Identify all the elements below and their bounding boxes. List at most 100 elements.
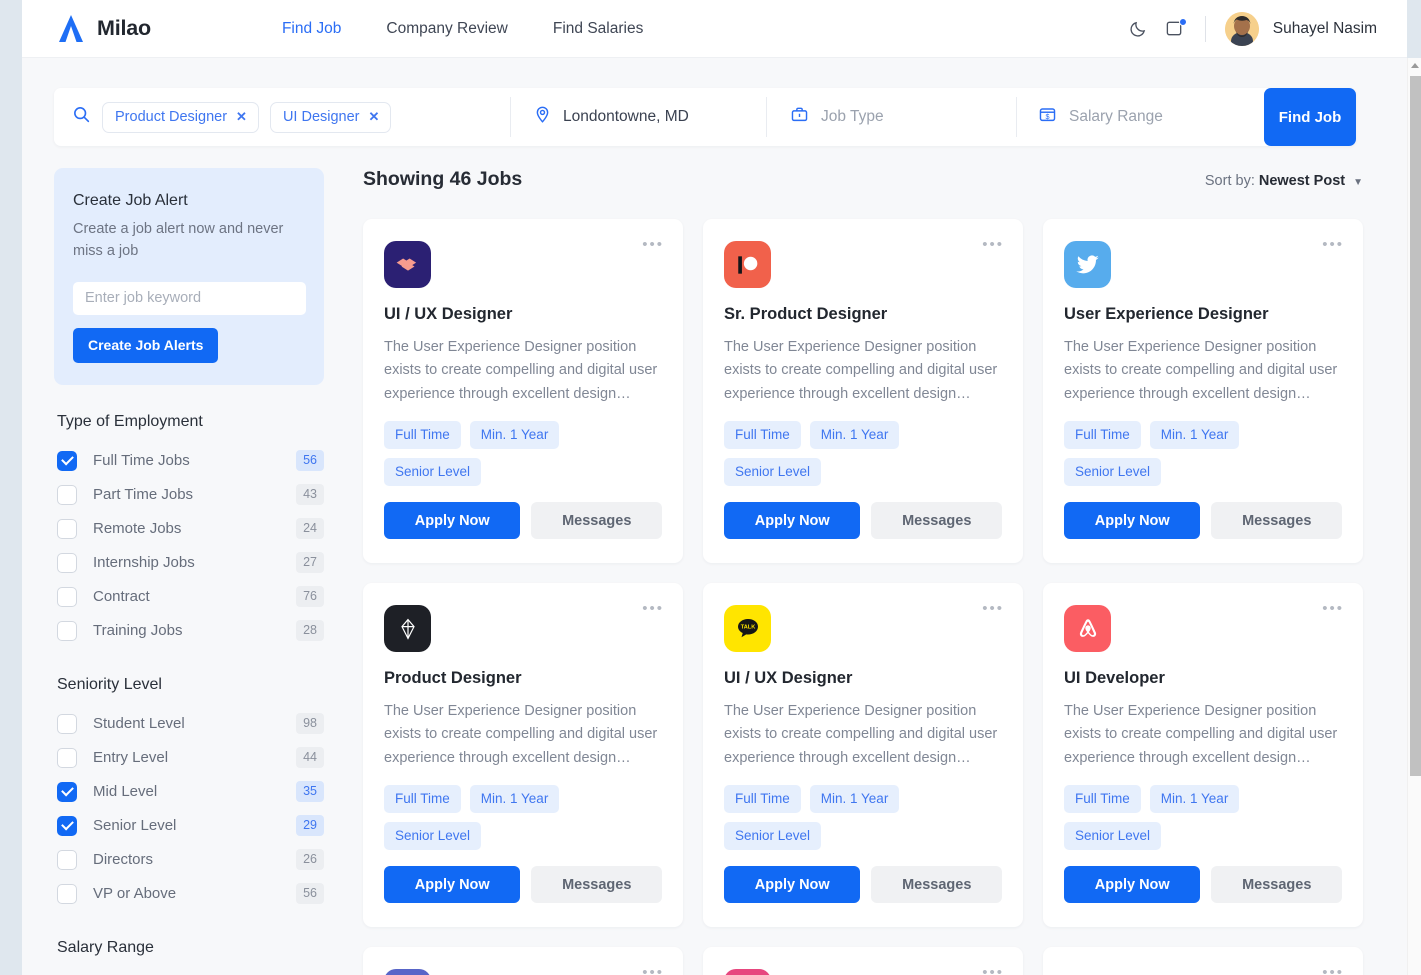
facet-item-part-time-jobs[interactable]: Part Time Jobs 43 — [54, 478, 324, 512]
scrollbar-thumb[interactable] — [1410, 76, 1421, 776]
more-options-icon[interactable]: ••• — [1322, 965, 1344, 975]
jobtype-field[interactable]: Job Type — [766, 88, 1016, 146]
sort-label: Sort by: — [1204, 173, 1255, 189]
close-icon[interactable]: ✕ — [369, 110, 380, 123]
dropbox-icon — [384, 241, 431, 288]
location-pin-icon — [533, 105, 552, 129]
job-card[interactable]: ••• Product Designer The User Experience… — [363, 583, 683, 928]
create-job-alerts-button[interactable]: Create Job Alerts — [73, 327, 219, 363]
checkbox-icon[interactable] — [57, 586, 77, 607]
job-tag: Senior Level — [724, 822, 822, 851]
checkbox-icon[interactable] — [57, 781, 77, 802]
apply-now-button[interactable]: Apply Now — [724, 866, 861, 904]
window-notification-icon[interactable] — [1164, 17, 1187, 40]
facet-item-mid-level[interactable]: Mid Level 35 — [54, 775, 324, 809]
messages-button[interactable]: Messages — [1211, 866, 1342, 904]
facet-item-directors[interactable]: Directors 26 — [54, 843, 324, 877]
apply-now-button[interactable]: Apply Now — [1064, 502, 1201, 540]
facet-item-internship-jobs[interactable]: Internship Jobs 27 — [54, 546, 324, 580]
facet-item-training-jobs[interactable]: Training Jobs 28 — [54, 614, 324, 648]
job-title: UI / UX Designer — [384, 305, 513, 323]
close-icon[interactable]: ✕ — [236, 110, 247, 123]
job-tag: Min. 1 Year — [809, 785, 900, 814]
job-tag: Min. 1 Year — [469, 421, 560, 450]
salary-field[interactable]: $ Salary Range — [1016, 88, 1248, 146]
find-job-button[interactable]: Find Job — [1264, 88, 1356, 146]
checkbox-icon[interactable] — [57, 552, 77, 573]
nav-company-review[interactable]: Company Review — [386, 20, 507, 38]
job-alert-title: Create Job Alert — [73, 192, 188, 209]
messages-button[interactable]: Messages — [531, 502, 662, 540]
facet-item-senior-level[interactable]: Senior Level 29 — [54, 809, 324, 843]
job-tags: Full Time Min. 1 Year Senior Level — [1064, 785, 1342, 851]
job-tag: Min. 1 Year — [1149, 421, 1240, 450]
checkbox-icon[interactable] — [57, 620, 77, 641]
sort-control[interactable]: Sort by: Newest Post ▼ — [1205, 173, 1363, 189]
more-options-icon[interactable]: ••• — [1322, 237, 1344, 252]
facet-label: Internship Jobs — [93, 554, 195, 571]
checkbox-icon[interactable] — [57, 450, 77, 471]
keyword-chip-ui-designer[interactable]: UI Designer ✕ — [269, 101, 392, 133]
job-tag: Senior Level — [384, 458, 482, 487]
chevron-down-icon[interactable]: ▼ — [1353, 177, 1363, 188]
job-keyword-input[interactable] — [73, 281, 306, 315]
job-card[interactable]: ••• TALK UI / UX Designer The User Exper… — [703, 583, 1023, 928]
moon-icon[interactable] — [1128, 18, 1150, 40]
messages-button[interactable]: Messages — [871, 502, 1002, 540]
sort-value[interactable]: Newest Post — [1259, 173, 1345, 189]
checkbox-icon[interactable] — [57, 518, 77, 539]
messages-button[interactable]: Messages — [531, 866, 662, 904]
job-card[interactable]: ••• UI Developer The User Experience Des… — [1043, 583, 1363, 928]
checkbox-icon[interactable] — [57, 747, 77, 768]
job-card[interactable]: ••• User Experience Designer The User Ex… — [1043, 219, 1363, 564]
facet-item-student-level[interactable]: Student Level 98 — [54, 707, 324, 741]
more-options-icon[interactable]: ••• — [642, 237, 664, 252]
notification-badge — [1178, 17, 1187, 26]
apply-now-button[interactable]: Apply Now — [384, 866, 521, 904]
job-card[interactable]: ••• UI / UX Designer The User Experience… — [703, 947, 1023, 975]
messages-button[interactable]: Messages — [871, 866, 1002, 904]
job-card[interactable]: ••• UI / UX Designer The User Experience… — [363, 219, 683, 564]
checkbox-icon[interactable] — [57, 815, 77, 836]
location-field[interactable]: Londontowne, MD — [510, 88, 766, 146]
messages-button[interactable]: Messages — [1211, 502, 1342, 540]
nav-find-job[interactable]: Find Job — [282, 20, 341, 38]
facet-item-700-1000[interactable]: $700 - $1000 49 — [54, 970, 324, 975]
results-area: Showing 46 Jobs Sort by: Newest Post ▼ ••• — [363, 168, 1363, 975]
facet-item-vp-or-above[interactable]: VP or Above 56 — [54, 877, 324, 911]
facet-item-contract[interactable]: Contract 76 — [54, 580, 324, 614]
facet-item-entry-level[interactable]: Entry Level 44 — [54, 741, 324, 775]
more-options-icon[interactable]: ••• — [642, 965, 664, 975]
checkbox-icon[interactable] — [57, 849, 77, 870]
facet-item-remote-jobs[interactable]: Remote Jobs 24 — [54, 512, 324, 546]
job-tag: Senior Level — [384, 822, 482, 851]
apply-now-button[interactable]: Apply Now — [1064, 866, 1201, 904]
job-card[interactable]: ••• Sr. Product Designer The User Experi… — [703, 219, 1023, 564]
apply-now-button[interactable]: Apply Now — [384, 502, 521, 540]
checkbox-icon[interactable] — [57, 883, 77, 904]
search-keywords-segment[interactable]: Product Designer ✕ UI Designer ✕ — [54, 88, 510, 146]
nav-find-salaries[interactable]: Find Salaries — [553, 20, 643, 38]
apply-now-button[interactable]: Apply Now — [724, 502, 861, 540]
facet-item-full-time-jobs[interactable]: Full Time Jobs 56 — [54, 444, 324, 478]
brand[interactable]: Milao — [56, 13, 151, 44]
facet-count: 56 — [296, 883, 324, 904]
checkbox-icon[interactable] — [57, 484, 77, 505]
facet-title: Type of Employment — [57, 412, 203, 430]
results-header: Showing 46 Jobs Sort by: Newest Post ▼ — [363, 168, 1363, 198]
job-card[interactable]: ••• User Interface Designer The User Exp… — [363, 947, 683, 975]
more-options-icon[interactable]: ••• — [982, 965, 1004, 975]
avatar[interactable] — [1224, 11, 1259, 46]
job-alert-subtitle: Create a job alert now and never miss a … — [73, 221, 284, 259]
page-scrollbar[interactable] — [1407, 58, 1421, 975]
job-card[interactable]: ••• UX Designer The User Experience Desi… — [1043, 947, 1363, 975]
more-options-icon[interactable]: ••• — [982, 237, 1004, 252]
scroll-up-arrow-icon[interactable] — [1411, 63, 1419, 68]
more-options-icon[interactable]: ••• — [642, 601, 664, 616]
job-title: User Experience Designer — [1064, 305, 1269, 323]
keyword-chip-product-designer[interactable]: Product Designer ✕ — [102, 101, 259, 133]
user-name[interactable]: Suhayel Nasim — [1273, 20, 1377, 38]
more-options-icon[interactable]: ••• — [1322, 601, 1344, 616]
checkbox-icon[interactable] — [57, 713, 77, 734]
more-options-icon[interactable]: ••• — [982, 601, 1004, 616]
